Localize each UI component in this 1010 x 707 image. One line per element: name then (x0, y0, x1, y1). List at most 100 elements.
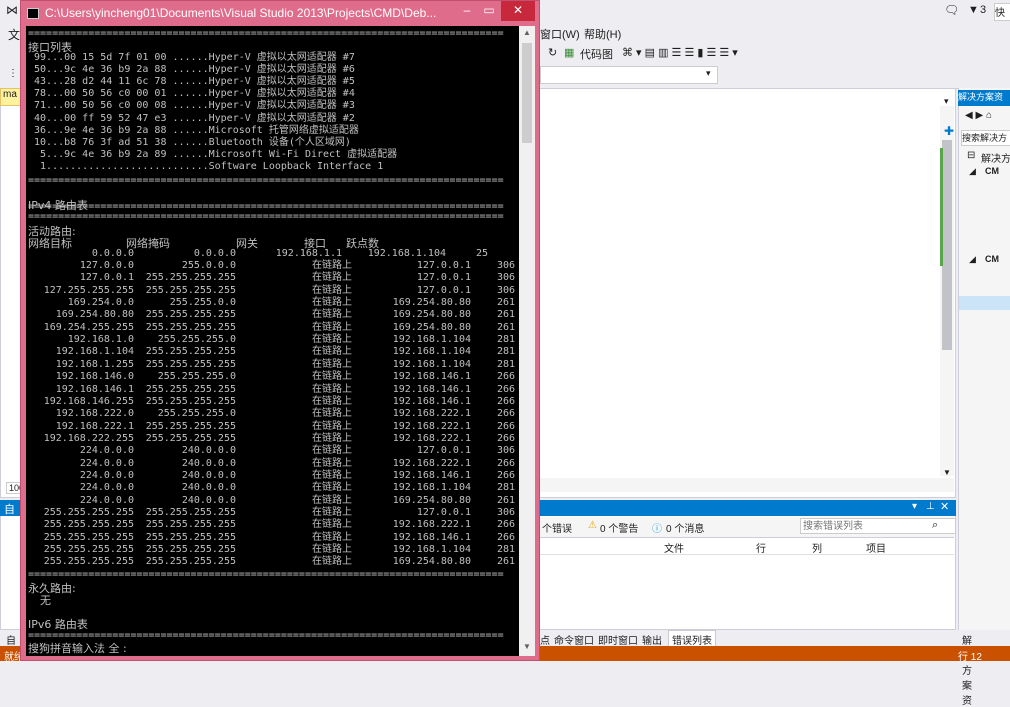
panel-menu-icon[interactable]: ▾ (912, 501, 917, 512)
interface-row: 1...........................Software Loo… (28, 160, 384, 172)
console-scroll-thumb[interactable] (522, 43, 532, 143)
code-map-icon[interactable]: ▦ (564, 46, 574, 59)
scroll-down-icon[interactable]: ▼ (523, 642, 531, 651)
errors-filter-button[interactable]: 个错误 (542, 520, 572, 535)
tab-output[interactable]: 输出 (642, 632, 662, 647)
tab-solution-explorer[interactable]: 解决方案资 (962, 632, 972, 707)
route-interface: 169.254.80.80 (392, 309, 471, 321)
close-window-button[interactable]: ✕ (501, 1, 535, 21)
route-interface: 192.168.1.104 (367, 248, 446, 259)
route-netmask: 0.0.0.0 (193, 248, 236, 259)
route-interface: 192.168.146.1 (392, 371, 471, 383)
menu-window[interactable]: 窗口(W) (540, 26, 580, 42)
selected-tree-row[interactable] (959, 296, 1010, 310)
scroll-down-icon[interactable]: ▼ (943, 468, 951, 477)
separator-line: ========================================… (28, 211, 504, 222)
console-title: C:\Users\yincheng01\Documents\Visual Stu… (45, 6, 437, 20)
chevron-down-icon[interactable]: ▾ (706, 68, 711, 79)
route-metric: 281 (496, 482, 515, 494)
project-item[interactable]: CM (985, 166, 999, 176)
route-interface: 192.168.1.104 (392, 346, 471, 358)
route-interface: 192.168.222.1 (392, 408, 471, 420)
solution-explorer: ◀ ▶ ⌂ 搜索解决方 ⊟ 解决方 ◢ CM ◢ CM (958, 88, 1010, 630)
console-title-bar[interactable]: C:\Users\yincheng01\Documents\Visual Stu… (21, 1, 539, 26)
menu-help[interactable]: 帮助(H) (584, 26, 621, 42)
route-netmask: 255.255.255.255 (145, 321, 236, 333)
solution-root[interactable]: 解决方 (981, 150, 1010, 165)
menu-file-fragment[interactable]: 文 (8, 26, 20, 43)
route-destination: 192.168.222.0 (55, 408, 134, 420)
route-netmask: 255.255.255.255 (145, 531, 236, 543)
expand-icon[interactable]: ◢ (969, 254, 976, 265)
column-file[interactable]: 文件 (664, 540, 684, 555)
editor-scroll-thumb[interactable] (942, 140, 952, 350)
column-line[interactable]: 行 (756, 540, 766, 555)
search-icon[interactable]: ⌕ (932, 519, 938, 532)
route-destination: 192.168.1.104 (55, 346, 134, 358)
persistent-routes-label: 永久路由: (28, 582, 76, 595)
tab-breakpoints[interactable]: 点 (540, 632, 550, 647)
route-destination: 255.255.255.255 (43, 531, 134, 543)
split-plus-icon[interactable]: ✚ (944, 124, 954, 138)
route-gateway: 在链路上 (312, 334, 352, 346)
route-metric: 281 (496, 544, 515, 556)
console-output[interactable]: ========================================… (26, 26, 519, 656)
route-metric: 261 (496, 297, 515, 309)
scroll-up-icon[interactable]: ▲ (523, 28, 531, 37)
solution-search-input[interactable]: 搜索解决方 (961, 130, 1010, 146)
quick-launch-input[interactable]: 快 (994, 3, 1010, 21)
error-list-column-headers: 文件 行 列 项目 (540, 538, 954, 555)
route-metric: 281 (496, 358, 515, 370)
route-destination: 192.168.1.0 (67, 334, 134, 346)
ime-status: 搜狗拼音输入法 全 : (28, 642, 127, 655)
route-destination: 169.254.80.80 (55, 309, 134, 321)
route-netmask: 240.0.0.0 (181, 469, 236, 481)
messages-filter-button[interactable]: 0 个消息 (666, 520, 704, 535)
interface-row: 40...00 ff 59 52 47 e3 ......Hyper-V 虚拟以… (28, 112, 355, 124)
interface-row: 5...9c 4e 36 b9 2a 89 ......Microsoft Wi… (28, 148, 398, 160)
route-destination: 169.254.255.255 (43, 321, 134, 333)
panel-left-label: 自 (4, 504, 15, 516)
route-interface: 192.168.146.1 (392, 395, 471, 407)
notification-count: 3 (980, 4, 987, 16)
route-destination: 127.0.0.0 (79, 260, 134, 271)
pin-icon[interactable]: ⊥ (926, 501, 935, 512)
route-gateway: 在链路上 (312, 531, 352, 543)
notification-icon[interactable]: 🗨 (944, 3, 959, 17)
close-icon[interactable]: ✕ (940, 500, 949, 513)
solution-toolbar-icons[interactable]: ◀ ▶ ⌂ (965, 110, 992, 121)
toolbar-icons[interactable]: ⌘ ▾ ▤ ▥ ☰ ☰ ▮ ☰ ☰ ▾ (622, 46, 738, 59)
column-col[interactable]: 列 (812, 540, 822, 555)
column-project[interactable]: 项目 (866, 540, 886, 555)
route-netmask: 240.0.0.0 (181, 445, 236, 457)
route-gateway: 在链路上 (312, 544, 352, 556)
route-gateway: 在链路上 (312, 457, 352, 469)
tab-immediate-window[interactable]: 即时窗口 (598, 632, 638, 647)
route-metric: 266 (496, 531, 515, 543)
warnings-filter-button[interactable]: 0 个警告 (600, 520, 638, 535)
route-interface: 127.0.0.1 (416, 507, 471, 518)
config-dropdown[interactable] (540, 66, 718, 84)
minimize-icon[interactable]: – (457, 1, 477, 21)
project-item[interactable]: CM (985, 254, 999, 264)
route-interface: 192.168.222.1 (392, 457, 471, 469)
code-map-button[interactable]: 代码图 (580, 46, 613, 62)
notification-flag-icon[interactable]: ▼ (968, 4, 979, 16)
bottom-left-tab[interactable]: 自 (6, 632, 16, 647)
redo-icon[interactable]: ↻ (548, 46, 557, 59)
route-metric: 281 (496, 346, 515, 358)
tab-command-window[interactable]: 命令窗口 (554, 632, 594, 647)
route-metric: 266 (496, 469, 515, 481)
route-metric: 261 (496, 309, 515, 321)
editor-horizontal-scrollbar[interactable] (540, 478, 954, 492)
route-destination: 127.0.0.1 (79, 272, 134, 284)
maximize-icon[interactable]: ▭ (479, 1, 499, 21)
route-metric: 306 (496, 507, 515, 518)
interface-row: 78...00 50 56 c0 00 01 ......Hyper-V 虚拟以… (28, 88, 355, 100)
editor-menu-chevron-icon[interactable]: ▾ (944, 96, 949, 107)
route-destination: 127.255.255.255 (43, 284, 134, 296)
expand-icon[interactable]: ◢ (969, 166, 976, 177)
route-netmask: 255.0.0.0 (181, 260, 236, 271)
route-gateway: 在链路上 (312, 395, 352, 407)
route-interface: 192.168.1.104 (392, 334, 471, 346)
